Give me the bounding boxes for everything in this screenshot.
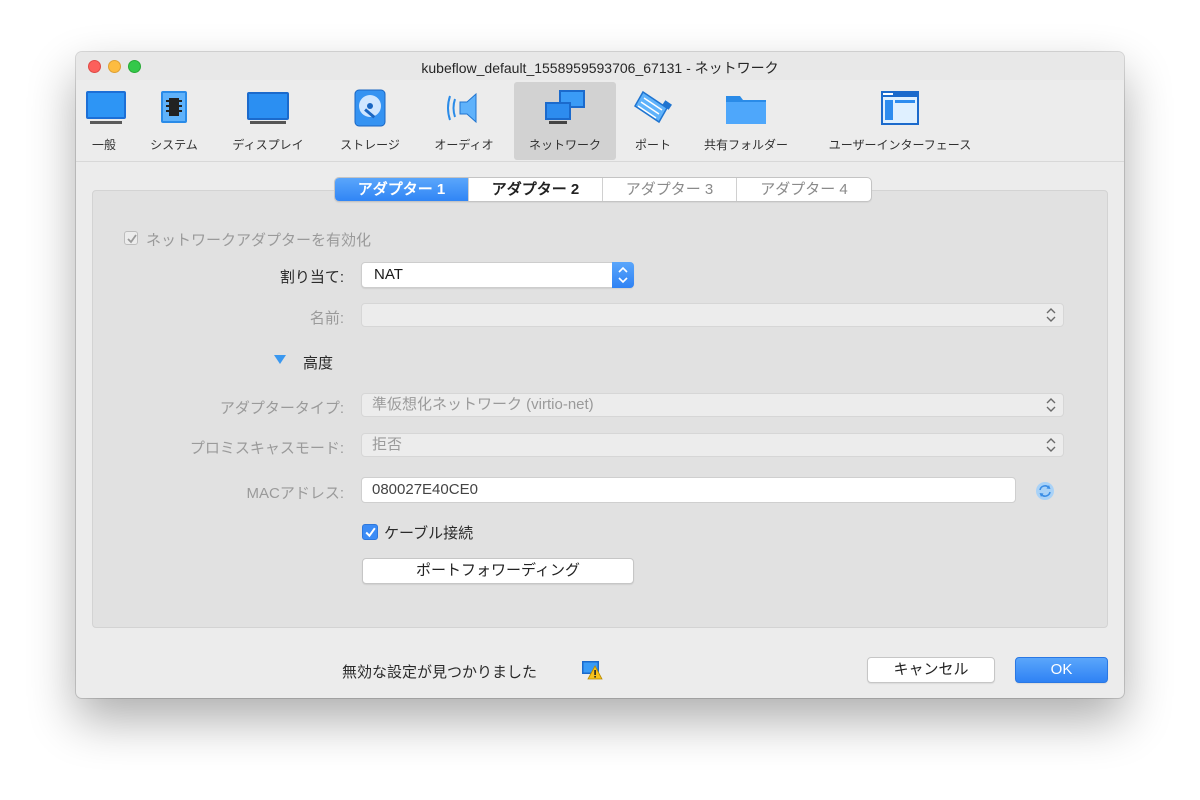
ok-button[interactable]: OK bbox=[1015, 657, 1108, 683]
title-bar: kubeflow_default_1558959593706_67131 - ネ… bbox=[76, 52, 1124, 80]
toolbar-label: ポート bbox=[634, 138, 671, 152]
select-arrows-icon bbox=[612, 262, 634, 288]
cable-connected-checkbox[interactable] bbox=[362, 524, 378, 540]
promiscuous-mode-select[interactable]: 拒否 bbox=[361, 433, 1064, 457]
toolbar-item-audio[interactable]: オーディオ bbox=[422, 82, 506, 160]
ui-window-icon bbox=[881, 91, 919, 125]
toolbar-label: システム bbox=[150, 138, 198, 152]
toolbar-label: オーディオ bbox=[434, 138, 494, 152]
settings-toolbar: 一般 システム ディスプレイ ストレージ オーディオ ネットワーク ポート 共有… bbox=[76, 80, 1124, 162]
select-arrows-icon bbox=[1046, 308, 1056, 322]
toolbar-label: 一般 bbox=[91, 138, 116, 152]
network-icon bbox=[545, 90, 585, 124]
cancel-button[interactable]: キャンセル bbox=[867, 657, 995, 683]
select-arrows-icon bbox=[1046, 398, 1056, 412]
select-arrows-icon bbox=[1046, 438, 1056, 452]
window-title: kubeflow_default_1558959593706_67131 - ネ… bbox=[421, 60, 779, 76]
promiscuous-mode-value: 拒否 bbox=[372, 436, 403, 453]
promiscuous-mode-label: プロミスキャスモード: bbox=[189, 440, 344, 457]
disk-icon bbox=[354, 89, 386, 127]
toolbar-label: 共有フォルダー bbox=[703, 138, 788, 152]
warning-icon[interactable] bbox=[581, 659, 603, 681]
mac-address-label: MACアドレス: bbox=[246, 485, 344, 502]
status-message: 無効な設定が見つかりました bbox=[342, 664, 538, 681]
adapter-type-select[interactable]: 準仮想化ネットワーク (virtio-net) bbox=[361, 393, 1064, 417]
toolbar-label: ユーザーインターフェース bbox=[828, 138, 972, 152]
tab-adapter-4[interactable]: アダプター 4 bbox=[737, 178, 871, 201]
toolbar-item-shared-folders[interactable]: 共有フォルダー bbox=[692, 82, 800, 160]
advanced-label[interactable]: 高度 bbox=[303, 352, 333, 373]
toolbar-label: ディスプレイ bbox=[232, 138, 304, 152]
toolbar-label: ネットワーク bbox=[528, 138, 601, 152]
monitor-icon bbox=[86, 91, 126, 124]
toolbar-item-user-interface[interactable]: ユーザーインターフェース bbox=[812, 82, 988, 160]
adapter-type-label: アダプタータイプ: bbox=[219, 400, 344, 417]
toolbar-item-display[interactable]: ディスプレイ bbox=[222, 82, 314, 160]
toolbar-item-general[interactable]: 一般 bbox=[76, 82, 132, 160]
tab-adapter-2[interactable]: アダプター 2 bbox=[469, 178, 603, 201]
folder-icon bbox=[726, 96, 766, 124]
name-select[interactable] bbox=[361, 303, 1064, 327]
toolbar-item-storage[interactable]: ストレージ bbox=[330, 82, 410, 160]
speaker-icon bbox=[447, 92, 477, 124]
tab-adapter-3[interactable]: アダプター 3 bbox=[603, 178, 737, 201]
checkmark-icon bbox=[127, 234, 137, 244]
port-forwarding-button[interactable]: ポートフォワーディング bbox=[362, 558, 634, 584]
toolbar-item-system[interactable]: システム bbox=[142, 82, 206, 160]
tab-adapter-1[interactable]: アダプター 1 bbox=[335, 178, 469, 201]
checkmark-icon bbox=[365, 527, 376, 538]
toolbar-item-network[interactable]: ネットワーク bbox=[514, 82, 616, 160]
adapter-tabs: アダプター 1 アダプター 2 アダプター 3 アダプター 4 bbox=[334, 177, 872, 202]
attached-to-select[interactable]: NAT bbox=[361, 262, 634, 288]
attached-to-value: NAT bbox=[374, 266, 403, 283]
adapter-type-value: 準仮想化ネットワーク (virtio-net) bbox=[372, 396, 594, 413]
enable-adapter-checkbox[interactable] bbox=[124, 231, 138, 245]
mac-address-value: 080027E40CE0 bbox=[372, 481, 478, 498]
toolbar-item-ports[interactable]: ポート bbox=[624, 82, 682, 160]
settings-window: kubeflow_default_1558959593706_67131 - ネ… bbox=[76, 52, 1124, 698]
mac-address-field[interactable]: 080027E40CE0 bbox=[361, 477, 1016, 503]
disclosure-triangle-icon[interactable] bbox=[274, 355, 286, 364]
display-icon bbox=[247, 92, 289, 124]
name-label: 名前: bbox=[309, 310, 344, 327]
serial-port-icon bbox=[634, 90, 672, 124]
refresh-mac-icon[interactable] bbox=[1035, 481, 1055, 501]
chip-icon bbox=[161, 91, 187, 123]
toolbar-label: ストレージ bbox=[340, 138, 400, 152]
enable-adapter-label: ネットワークアダプターを有効化 bbox=[146, 232, 372, 249]
attached-to-label: 割り当て: bbox=[279, 269, 344, 286]
cable-connected-label: ケーブル接続 bbox=[384, 525, 474, 542]
